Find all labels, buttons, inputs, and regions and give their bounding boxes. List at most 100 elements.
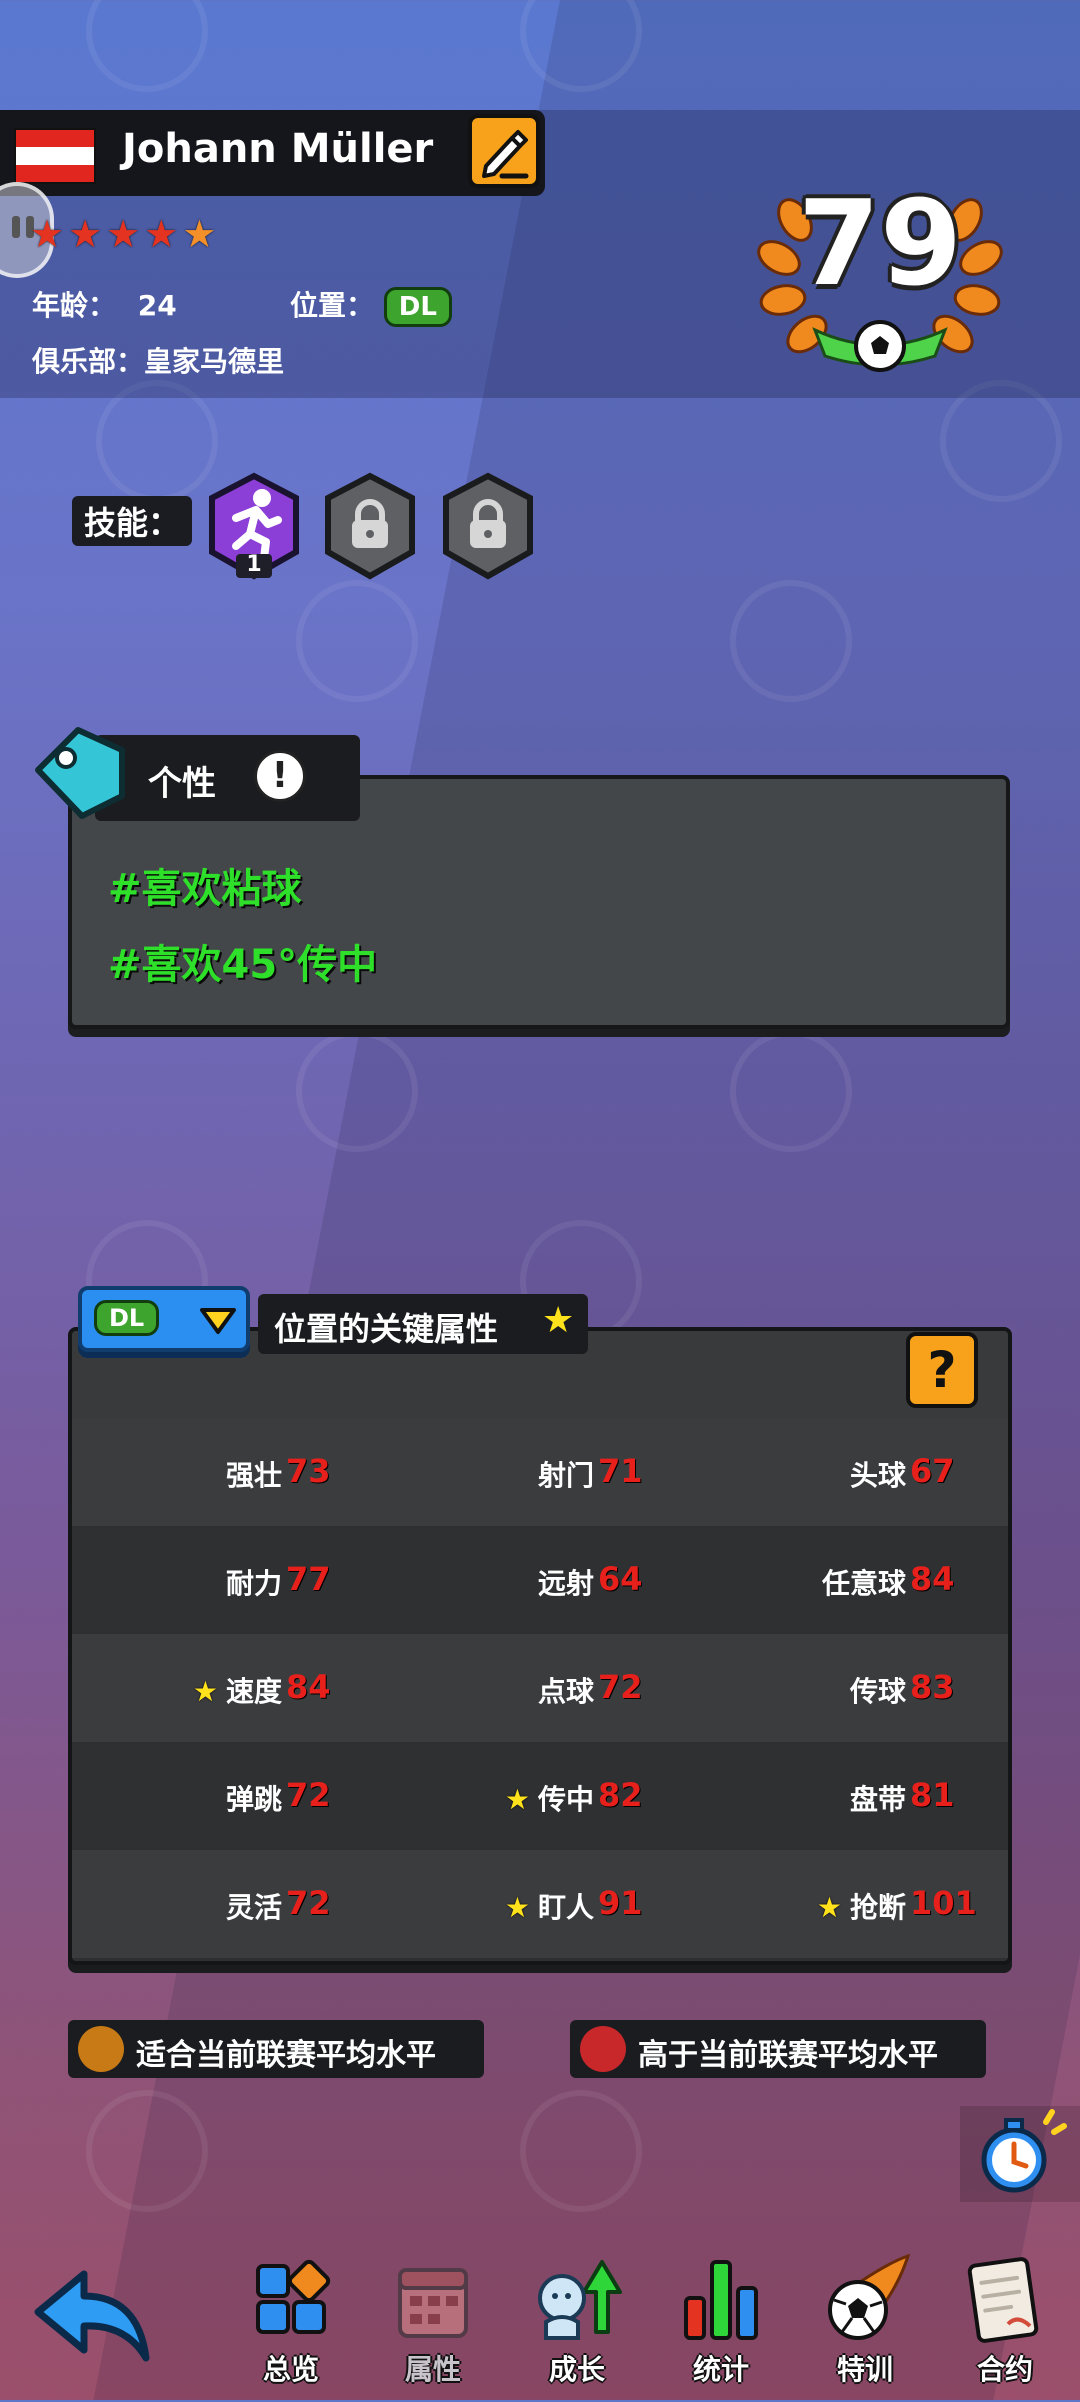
pencil-icon [482,130,529,179]
attribute-label: 盘带 [849,1783,906,1816]
attribute-value: 64 [598,1560,643,1598]
personality-header [95,735,360,821]
star-rating: ★ ★ ★ ★ ★ [30,214,216,254]
half-star-icon: ★ [182,212,217,256]
background-ball [96,380,218,502]
skill-slot-1[interactable]: 1 [206,472,302,582]
background-ball [86,0,208,92]
attribute-label: 任意球 [821,1567,906,1600]
key-attributes-panel: 强壮 73 射门 71 头球 67 耐力 77 远射 64 任意球 84 ★ 速度… [68,1327,1012,1965]
attribute-value: 72 [598,1668,643,1706]
attribute-value: 91 [598,1884,643,1922]
player-name: Johann Müller [122,126,434,172]
key-star-icon: ★ [816,1891,842,1924]
key-star-icon: ★ [542,1300,575,1341]
nav-label: 特训 [836,2353,893,2386]
attribute-label: 强壮 [225,1459,282,1492]
attribute-label-text: 盯人 [537,1891,594,1924]
legend-dot-icon [78,2026,124,2072]
background-ball [730,1030,852,1152]
edit-name-button[interactable] [468,114,540,188]
nav-label: 合约 [976,2353,1033,2386]
attribute-label: 远射 [537,1567,594,1600]
nav-contract[interactable]: 合约 [950,2252,1060,2392]
attribute-label-text: 速度 [225,1675,282,1708]
attribute-label: 射门 [537,1459,594,1492]
attribute-value: 72 [286,1884,331,1922]
attribute-value: 67 [910,1452,955,1490]
club-value: 皇家马德里 [144,345,285,378]
key-star-icon: ★ [504,1783,530,1816]
flag-stripe [16,130,94,148]
attribute-row: 弹跳 72 ★ 传中 82 盘带 81 [72,1742,1008,1850]
age-row: 年龄： 24 [32,284,177,324]
skill-slot-3[interactable] [440,472,536,582]
contract-icon [967,2257,1039,2343]
attribute-label: ★ 速度 [122,1670,282,1710]
star-icon: ★ [30,212,65,256]
player-name-bar: Johann Müller [0,110,545,196]
attribute-row: 耐力 77 远射 64 任意球 84 [72,1526,1008,1634]
attribute-row: ★ 速度 84 点球 72 传球 83 [72,1634,1008,1742]
attribute-value: 83 [910,1668,955,1706]
attribute-label: ★ 盯人 [434,1886,594,1926]
skill-level: 1 [246,552,262,577]
nav-training[interactable]: 特训 [810,2252,920,2392]
pause-icon [12,216,20,238]
nav-label: 成长 [548,2353,605,2386]
star-icon: ★ [144,212,179,256]
star-icon: ★ [68,212,103,256]
flag-stripe [16,164,94,182]
star-icon: ★ [106,212,141,256]
attribute-value: 84 [286,1668,331,1706]
legend-dot-icon [580,2026,626,2072]
attribute-value: 72 [286,1776,331,1814]
back-arrow-icon [34,2270,150,2362]
overview-icon [256,2259,331,2334]
stopwatch-icon [981,2109,1067,2193]
skill-slot-2[interactable] [322,472,418,582]
position-badge: DL [383,287,452,327]
stats-icon [684,2260,758,2340]
background-ball [940,380,1062,502]
nav-label: 统计 [692,2353,749,2386]
attribute-value: 84 [910,1560,955,1598]
back-button[interactable] [28,2262,158,2402]
nav-label: 属性 [404,2353,461,2386]
skills-label: 技能： [72,496,193,546]
personality-title: 个性 [148,764,216,804]
growth-icon [538,2260,622,2340]
background-ball [296,580,418,702]
background-ball [86,2090,208,2212]
attribute-label: 头球 [849,1459,906,1492]
attribute-value: 82 [598,1776,643,1814]
help-question-button[interactable]: ? [906,1332,978,1408]
flag-icon [14,128,96,184]
age-label: 年龄： [32,289,117,322]
position-badge: DL [94,1300,160,1336]
training-icon [828,2253,910,2340]
nav-label: 总览 [262,2353,319,2386]
lock-icon [443,472,533,580]
timer-button[interactable] [960,2106,1080,2202]
background-ball [730,580,852,702]
background-ball [520,2090,642,2212]
nav-attributes[interactable]: 属性 [378,2252,488,2392]
attribute-label: ★ 抢断 [746,1886,906,1926]
legend-text: 适合当前联赛平均水平 [136,2038,436,2073]
legend-average: 适合当前联赛平均水平 [68,2020,484,2078]
key-star-icon: ★ [192,1675,218,1708]
position-selector-button[interactable]: DL [78,1286,250,1352]
personality-tag: #喜欢45°传中 [108,942,378,988]
legend-above-average: 高于当前联赛平均水平 [570,2020,986,2078]
attribute-value: 81 [910,1776,955,1814]
tag-icon [35,727,125,819]
nav-overview[interactable]: 总览 [236,2252,346,2392]
info-exclamation-icon[interactable]: ! [254,750,306,802]
personality-tag: #喜欢粘球 [108,866,302,912]
nav-growth[interactable]: 成长 [522,2252,632,2392]
legend-text: 高于当前联赛平均水平 [638,2038,938,2073]
lock-icon [325,472,415,580]
attributes-rows: 强壮 73 射门 71 头球 67 耐力 77 远射 64 任意球 84 ★ 速度… [72,1418,1008,1958]
nav-stats[interactable]: 统计 [666,2252,776,2392]
